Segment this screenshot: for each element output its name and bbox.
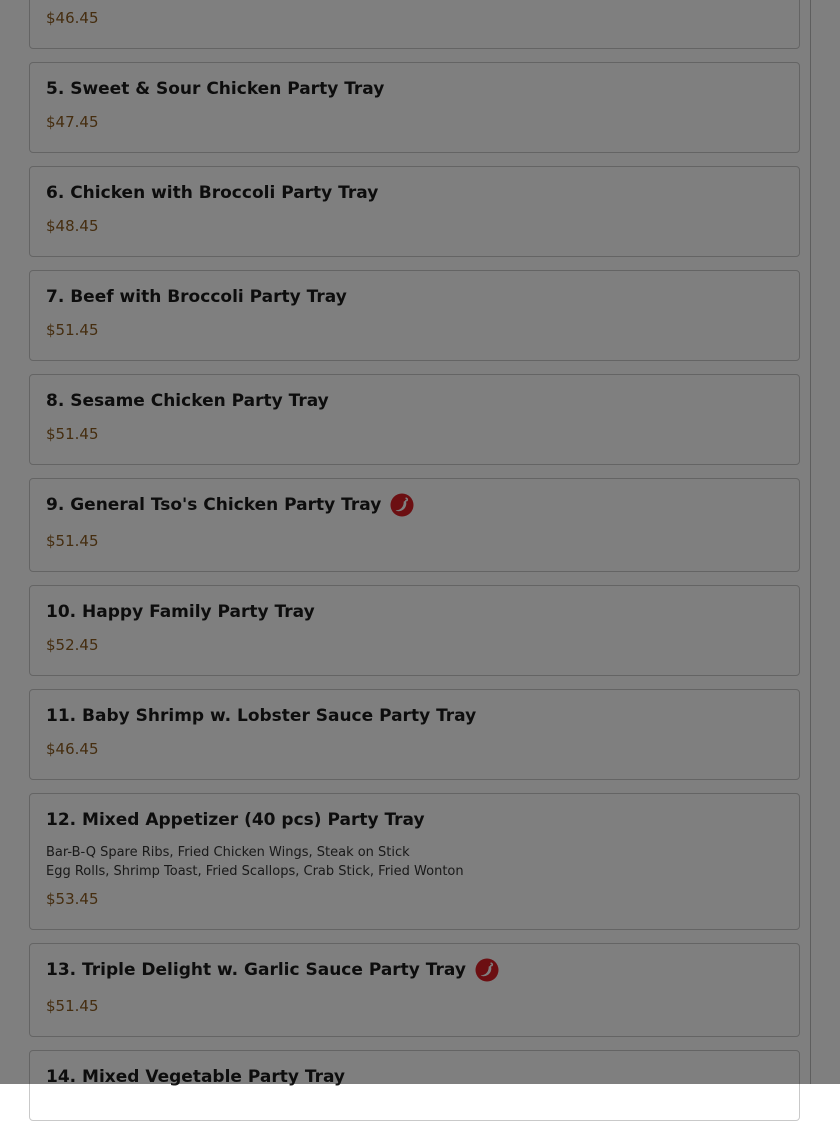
modal-backdrop-overlay[interactable] (0, 0, 840, 1084)
